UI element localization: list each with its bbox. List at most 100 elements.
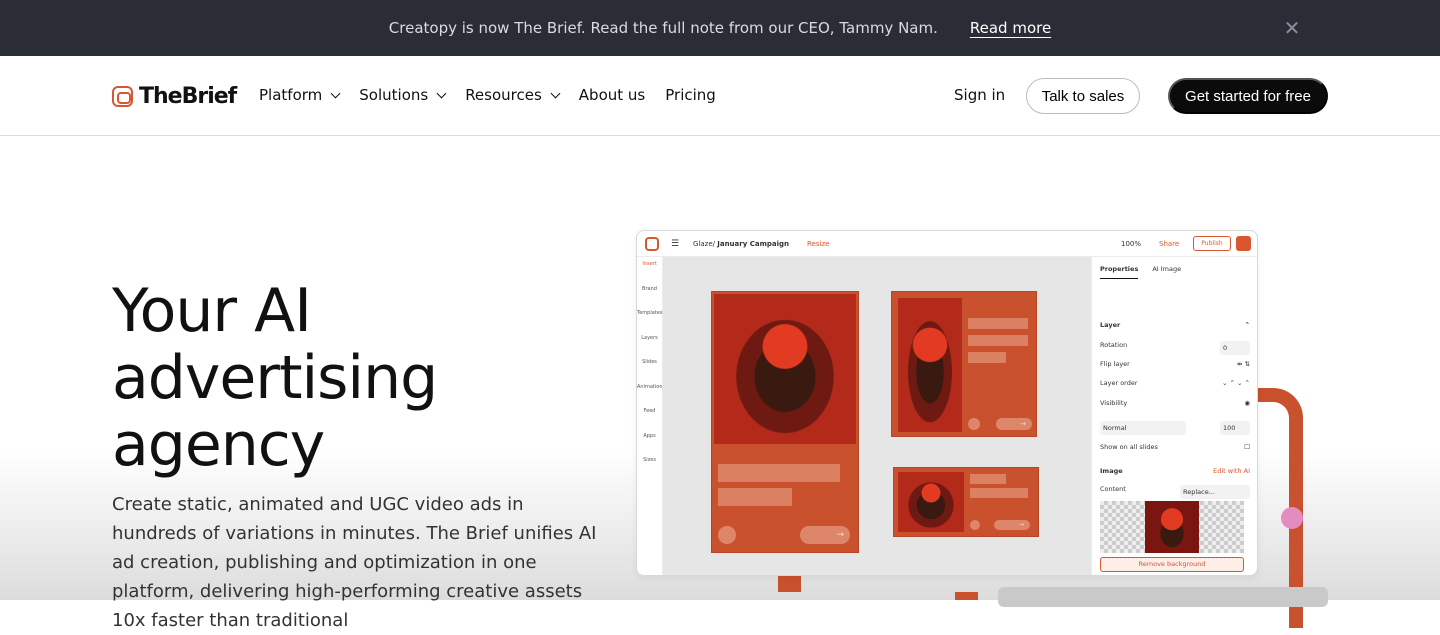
sign-in-link[interactable]: Sign in <box>954 86 1005 104</box>
chevron-down-icon <box>330 88 341 98</box>
content-row: Content Replace... <box>1100 485 1250 499</box>
editor-topbar: ☰ Glaze/ January Campaign Resize 100% Sh… <box>637 231 1257 257</box>
remove-background-button: Remove background <box>1100 557 1244 572</box>
tab-properties: Properties <box>1100 265 1139 279</box>
decorative-square <box>778 576 801 592</box>
visibility-label: Visibility <box>1100 399 1128 407</box>
editor-toolbar: Insert Brand Templates Layers Slides Ani… <box>637 257 663 575</box>
image-preview <box>1100 501 1244 553</box>
order-icons: ⌄ ⌃ ⌄ ⌃ <box>1222 379 1250 387</box>
close-icon[interactable]: ✕ <box>1280 16 1304 40</box>
ad-text-placeholder <box>970 474 1006 484</box>
nav-item-label: Solutions <box>359 86 429 104</box>
announcement-banner: Creatopy is now The Brief. Read the full… <box>0 0 1440 56</box>
panel-tabs: Properties AI Image <box>1100 265 1181 279</box>
layer-section-header: Layer ⌃ <box>1100 321 1250 329</box>
ad-arrow-button: → <box>994 520 1030 530</box>
nav-item-platform[interactable]: Platform <box>259 86 341 104</box>
resize-button: Resize <box>807 240 830 248</box>
talk-to-sales-button[interactable]: Talk to sales <box>1026 78 1140 114</box>
decorative-square <box>955 592 978 600</box>
tab-ai-image: AI Image <box>1152 265 1182 273</box>
ad-logo-placeholder <box>970 520 980 530</box>
ad-text-placeholder <box>968 352 1006 363</box>
ad-photo <box>898 472 964 532</box>
layer-label: Layer <box>1100 321 1121 329</box>
menu-icon: ☰ <box>671 239 680 249</box>
nav-item-about[interactable]: About us <box>579 86 645 104</box>
app-logo-icon <box>645 237 659 251</box>
visibility-row: Visibility ◉ <box>1100 399 1250 407</box>
properties-panel: Properties AI Image Layer ⌃ Rotation 0 Fli… <box>1091 257 1257 575</box>
flip-layer-label: Flip layer <box>1100 360 1130 368</box>
ad-logo-placeholder <box>718 526 736 544</box>
tool-feed: Feed <box>643 408 656 414</box>
tool-templates: Templates <box>637 310 663 316</box>
ad-photo <box>898 298 962 432</box>
logo[interactable]: TheBrief <box>112 84 237 109</box>
tool-brand: Brand <box>642 285 657 292</box>
read-more-link[interactable]: Read more <box>970 19 1051 37</box>
image-thumbnail <box>1145 501 1199 553</box>
nav-item-label: Pricing <box>665 86 716 104</box>
nav-item-resources[interactable]: Resources <box>465 86 561 104</box>
checkbox-icon: ☐ <box>1244 443 1250 451</box>
share-button: Share <box>1159 240 1180 248</box>
logo-mark-icon <box>112 86 133 107</box>
decorative-dot <box>1281 507 1303 529</box>
nav-item-solutions[interactable]: Solutions <box>359 86 447 104</box>
rotation-row: Rotation 0 <box>1100 341 1250 355</box>
show-all-label: Show on all slides <box>1100 443 1158 451</box>
ad-text-placeholder <box>968 335 1028 346</box>
zoom-level: 100% <box>1121 240 1142 248</box>
ad-text-placeholder <box>718 464 840 482</box>
tool-insert: Insert <box>642 261 657 267</box>
ad-variant-square: → <box>891 291 1037 437</box>
rotation-label: Rotation <box>1100 341 1128 349</box>
ad-variant-banner: → <box>893 467 1039 537</box>
download-icon <box>1236 236 1251 251</box>
image-section-header: Image Edit with AI <box>1100 467 1250 475</box>
chevron-up-icon: ⌃ <box>1244 321 1250 329</box>
hero-title: Your AI advertising agency <box>112 276 438 480</box>
decorative-card <box>998 587 1328 607</box>
nav-item-label: Platform <box>259 86 323 104</box>
get-started-button[interactable]: Get started for free <box>1168 78 1328 114</box>
edit-with-ai-link: Edit with AI <box>1213 467 1250 475</box>
blend-row: Normal 100 <box>1100 421 1250 435</box>
flip-layer-row: Flip layer ⇹ ⇅ <box>1100 360 1250 368</box>
nav-item-label: Resources <box>465 86 542 104</box>
tool-apps: Apps <box>643 432 656 439</box>
layer-order-label: Layer order <box>1100 379 1138 387</box>
tool-animation: Animation <box>637 383 663 390</box>
ad-logo-placeholder <box>968 418 980 430</box>
ad-text-placeholder <box>970 488 1028 498</box>
ad-variant-tall: → <box>711 291 859 553</box>
ad-text-placeholder <box>968 318 1028 329</box>
logo-text: TheBrief <box>139 84 237 109</box>
content-label: Content <box>1100 485 1126 493</box>
image-label: Image <box>1100 467 1123 475</box>
tool-sizes: Sizes <box>643 457 656 463</box>
main-navigation: TheBrief Platform Solutions Resources Ab… <box>0 56 1440 136</box>
tool-layers: Layers <box>641 334 658 341</box>
replace-select: Replace... <box>1180 485 1250 499</box>
chevron-down-icon <box>436 88 447 98</box>
hero-subtitle: Create static, animated and UGC video ad… <box>112 494 597 631</box>
banner-message: Creatopy is now The Brief. Read the full… <box>388 19 938 37</box>
nav-menu: Platform Solutions Resources About us Pr… <box>259 86 736 104</box>
show-all-row: Show on all slides ☐ <box>1100 443 1250 451</box>
ad-arrow-button: → <box>996 418 1032 430</box>
breadcrumb: Glaze/ January Campaign <box>693 240 789 248</box>
ad-photo <box>714 294 856 444</box>
rotation-value: 0 <box>1220 341 1250 355</box>
chevron-down-icon <box>550 88 561 98</box>
eye-icon: ◉ <box>1244 399 1250 407</box>
nav-item-label: About us <box>578 86 646 104</box>
tool-slides: Slides <box>642 359 657 365</box>
layer-order-row: Layer order ⌄ ⌃ ⌄ ⌃ <box>1100 379 1250 387</box>
editor-mockup: ☰ Glaze/ January Campaign Resize 100% Sh… <box>636 230 1258 576</box>
publish-button: Publish <box>1193 236 1231 251</box>
ad-arrow-button: → <box>800 526 850 544</box>
nav-item-pricing[interactable]: Pricing <box>665 86 716 104</box>
